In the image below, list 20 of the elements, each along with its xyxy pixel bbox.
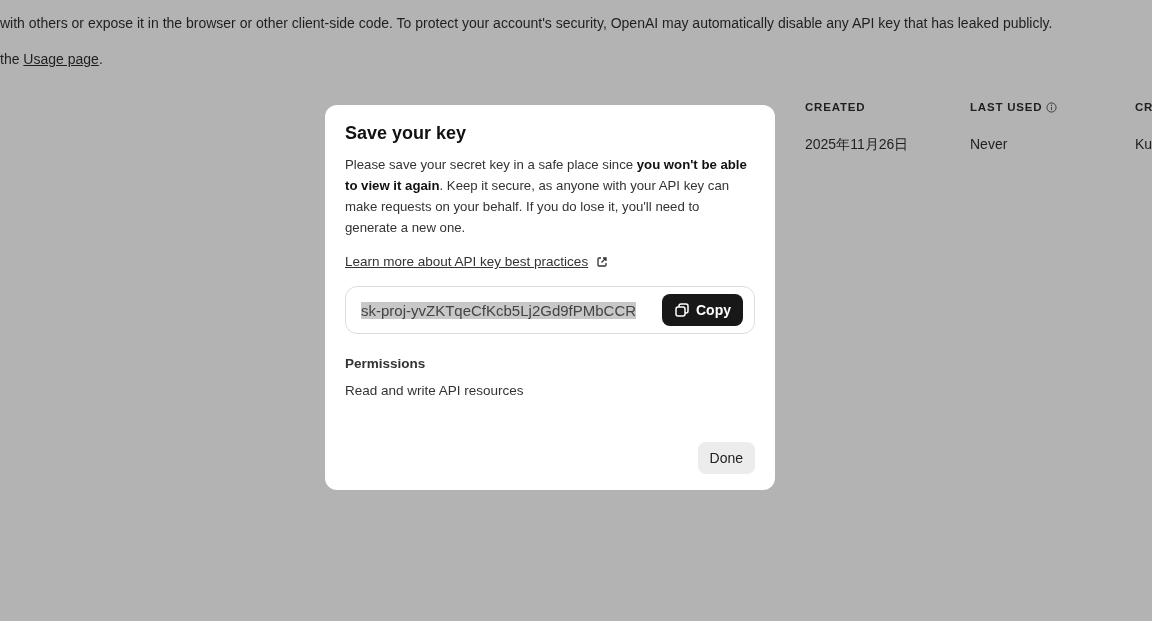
done-button[interactable]: Done <box>697 442 755 474</box>
secret-key-field[interactable]: sk-proj-yvZKTqeCfKcb5Lj2Gd9fPMbCCR Copy <box>345 286 755 334</box>
best-practices-link[interactable]: Learn more about API key best practices <box>345 254 589 269</box>
dialog-title: Save your key <box>345 123 468 144</box>
column-header: CREATED <box>805 101 866 113</box>
copy-button[interactable]: Copy <box>662 294 743 326</box>
usage-text: the <box>0 51 20 67</box>
notice-text: with others or expose it in the browser or other client-side code. To protect your account's security, OpenAI may automatically disable any API key that has leaked publicly. <box>0 15 1054 33</box>
copy-icon <box>674 302 690 318</box>
table-cell: Never <box>970 136 1008 152</box>
info-icon <box>1046 101 1058 113</box>
table-cell: 2025年11月26日 <box>805 136 909 152</box>
permissions-value: Read and write API resources <box>345 383 525 398</box>
period-text: . <box>98 51 103 67</box>
external-link-icon <box>596 255 609 268</box>
column-header: LAST USED <box>970 101 1043 113</box>
usage-page-link[interactable]: Usage page <box>23 51 99 67</box>
permissions-heading: Permissions <box>345 356 427 371</box>
dialog-description: Please save your secret key in a safe place since you won't be able to view it again. Keep it secure, as anyone with your API key can make requests on your behalf. If you do lose it, you'll need to generate a new one. <box>345 156 748 237</box>
table-cell: Ku <box>1135 136 1152 152</box>
